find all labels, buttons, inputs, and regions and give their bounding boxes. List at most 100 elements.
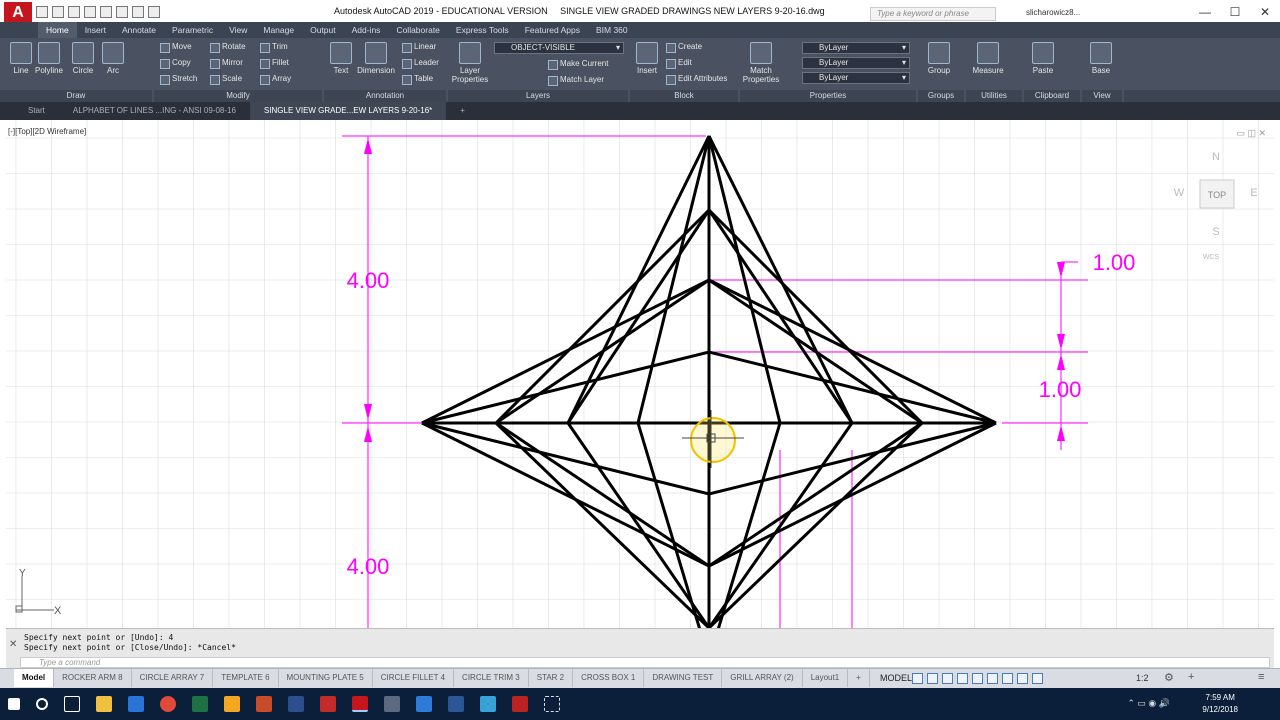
- app-icon[interactable]: [480, 696, 496, 712]
- new-icon[interactable]: [36, 6, 48, 18]
- circle-button[interactable]: Circle: [66, 40, 100, 75]
- web-icon[interactable]: [100, 6, 112, 18]
- add-layout-button[interactable]: +: [848, 669, 870, 687]
- undo-icon[interactable]: [132, 6, 144, 18]
- viewcube-south[interactable]: S: [1212, 226, 1219, 238]
- layers-panel-footer[interactable]: Layers: [448, 90, 628, 102]
- arc-button[interactable]: Arc: [96, 40, 130, 75]
- file-tab-alphabet[interactable]: ALPHABET OF LINES ...ING - ANSI 09-08-16: [59, 102, 250, 120]
- modify-panel-footer[interactable]: Modify: [154, 90, 322, 102]
- layout-tab[interactable]: GRILL ARRAY (2): [722, 669, 803, 687]
- close-icon[interactable]: ✕: [1250, 0, 1280, 24]
- drawing-canvas[interactable]: 4.00 4.00 1.00 1.00 N W E TOP S WCS Y X: [6, 120, 1274, 628]
- tab-bim-360[interactable]: BIM 360: [588, 22, 636, 38]
- file-explorer-icon[interactable]: [96, 696, 112, 712]
- dimension-button[interactable]: Dimension: [356, 40, 396, 75]
- draw-panel-footer[interactable]: Draw: [0, 90, 152, 102]
- layout-tab[interactable]: TEMPLATE 6: [213, 669, 279, 687]
- text-button[interactable]: Text: [324, 40, 358, 75]
- edit-attributes-button[interactable]: Edit Attributes: [666, 74, 727, 85]
- system-tray[interactable]: ⌃ ▭ ◉ 🔊: [1127, 698, 1170, 709]
- layer-dropdown[interactable]: OBJECT-VISIBLE: [494, 42, 624, 54]
- make-current-button[interactable]: Make Current: [548, 59, 608, 70]
- autocad-icon[interactable]: [352, 696, 368, 712]
- utilities-panel-footer[interactable]: Utilities: [966, 90, 1022, 102]
- viewcube-east[interactable]: E: [1250, 187, 1257, 199]
- viewcube-west[interactable]: W: [1174, 187, 1185, 199]
- save-as-icon[interactable]: [84, 6, 96, 18]
- close-command-line-icon[interactable]: ✕: [9, 639, 17, 650]
- tab-output[interactable]: Output: [302, 22, 344, 38]
- clock[interactable]: 7:59 AM 9/12/2018: [1202, 692, 1238, 716]
- visual-studio-icon[interactable]: [416, 696, 432, 712]
- polar-toggle-icon[interactable]: [957, 673, 968, 684]
- tab-home[interactable]: Home: [38, 22, 77, 38]
- block-panel-footer[interactable]: Block: [630, 90, 738, 102]
- tab-insert[interactable]: Insert: [77, 22, 114, 38]
- layout-tab[interactable]: CROSS BOX 1: [573, 669, 645, 687]
- windows-start-icon[interactable]: [8, 698, 20, 710]
- chrome-icon[interactable]: [160, 696, 176, 712]
- file-tab-single-view[interactable]: SINGLE VIEW GRADE...EW LAYERS 9-20-16*: [249, 102, 447, 120]
- array-button[interactable]: Array: [260, 74, 291, 85]
- settings-gear-icon[interactable]: ⚙: [1164, 671, 1174, 684]
- fillet-button[interactable]: Fillet: [260, 58, 289, 69]
- rotate-button[interactable]: Rotate: [210, 42, 246, 53]
- edit-block-button[interactable]: Edit: [666, 58, 692, 69]
- create-block-button[interactable]: Create: [666, 42, 702, 53]
- redo-icon[interactable]: [148, 6, 160, 18]
- groups-panel-footer[interactable]: Groups: [918, 90, 964, 102]
- color-dropdown[interactable]: ByLayer: [802, 42, 910, 54]
- linear-button[interactable]: Linear: [402, 42, 436, 53]
- group-button[interactable]: Group: [922, 40, 956, 75]
- otrack-toggle-icon[interactable]: [987, 673, 998, 684]
- layout-tab[interactable]: ROCKER ARM 8: [54, 669, 132, 687]
- selection-cycling-icon[interactable]: [1017, 673, 1028, 684]
- measure-button[interactable]: Measure: [968, 40, 1008, 75]
- open-icon[interactable]: [52, 6, 64, 18]
- tab-manage[interactable]: Manage: [255, 22, 302, 38]
- tab-add-ins[interactable]: Add-ins: [344, 22, 389, 38]
- command-input[interactable]: Type a command: [20, 657, 1270, 668]
- revit-icon[interactable]: [288, 696, 304, 712]
- match-layer-button[interactable]: Match Layer: [548, 75, 604, 86]
- tab-featured-apps[interactable]: Featured Apps: [517, 22, 588, 38]
- linetype-dropdown[interactable]: ByLayer: [802, 72, 910, 84]
- layout-tab[interactable]: DRAWING TEST: [644, 669, 723, 687]
- customize-menu-icon[interactable]: ≡: [1258, 671, 1264, 683]
- match-properties-button[interactable]: Match Properties: [742, 40, 780, 84]
- word-icon[interactable]: [448, 696, 464, 712]
- tab-view[interactable]: View: [221, 22, 255, 38]
- maximize-icon[interactable]: ☐: [1220, 0, 1250, 24]
- table-button[interactable]: Table: [402, 74, 433, 85]
- user-account[interactable]: slicharowicz8...: [1026, 8, 1080, 17]
- polyline-button[interactable]: Polyline: [32, 40, 66, 75]
- search-icon[interactable]: [36, 698, 48, 710]
- file-icon[interactable]: [224, 696, 240, 712]
- viewcube-top[interactable]: TOP: [1208, 190, 1226, 200]
- layout-tab[interactable]: CIRCLE FILLET 4: [373, 669, 455, 687]
- app-menu-button[interactable]: A: [4, 2, 32, 24]
- tab-parametric[interactable]: Parametric: [164, 22, 221, 38]
- store-icon[interactable]: [128, 696, 144, 712]
- excel-icon[interactable]: [192, 696, 208, 712]
- viewport-controls[interactable]: [-][Top][2D Wireframe]: [8, 127, 86, 136]
- acrobat-icon[interactable]: [512, 696, 528, 712]
- powerpoint-icon[interactable]: [256, 696, 272, 712]
- insert-button[interactable]: Insert: [630, 40, 664, 75]
- new-tab-button[interactable]: +: [446, 102, 479, 120]
- search-input[interactable]: Type a keyword or phrase: [870, 7, 996, 21]
- view-panel-footer[interactable]: View: [1082, 90, 1122, 102]
- minimize-icon[interactable]: —: [1190, 0, 1220, 24]
- layout-tab[interactable]: Layout1: [803, 669, 849, 687]
- trim-button[interactable]: Trim: [260, 42, 288, 53]
- layout-tab[interactable]: MOUNTING PLATE 5: [279, 669, 373, 687]
- tab-collaborate[interactable]: Collaborate: [388, 22, 447, 38]
- layout-tab[interactable]: CIRCLE TRIM 3: [454, 669, 529, 687]
- layout-tab[interactable]: STAR 2: [529, 669, 574, 687]
- save-icon[interactable]: [68, 6, 80, 18]
- wcs-label[interactable]: WCS: [1203, 254, 1220, 261]
- stretch-button[interactable]: Stretch: [160, 74, 197, 85]
- osnap-toggle-icon[interactable]: [972, 673, 983, 684]
- snipping-tool-icon[interactable]: [544, 696, 560, 712]
